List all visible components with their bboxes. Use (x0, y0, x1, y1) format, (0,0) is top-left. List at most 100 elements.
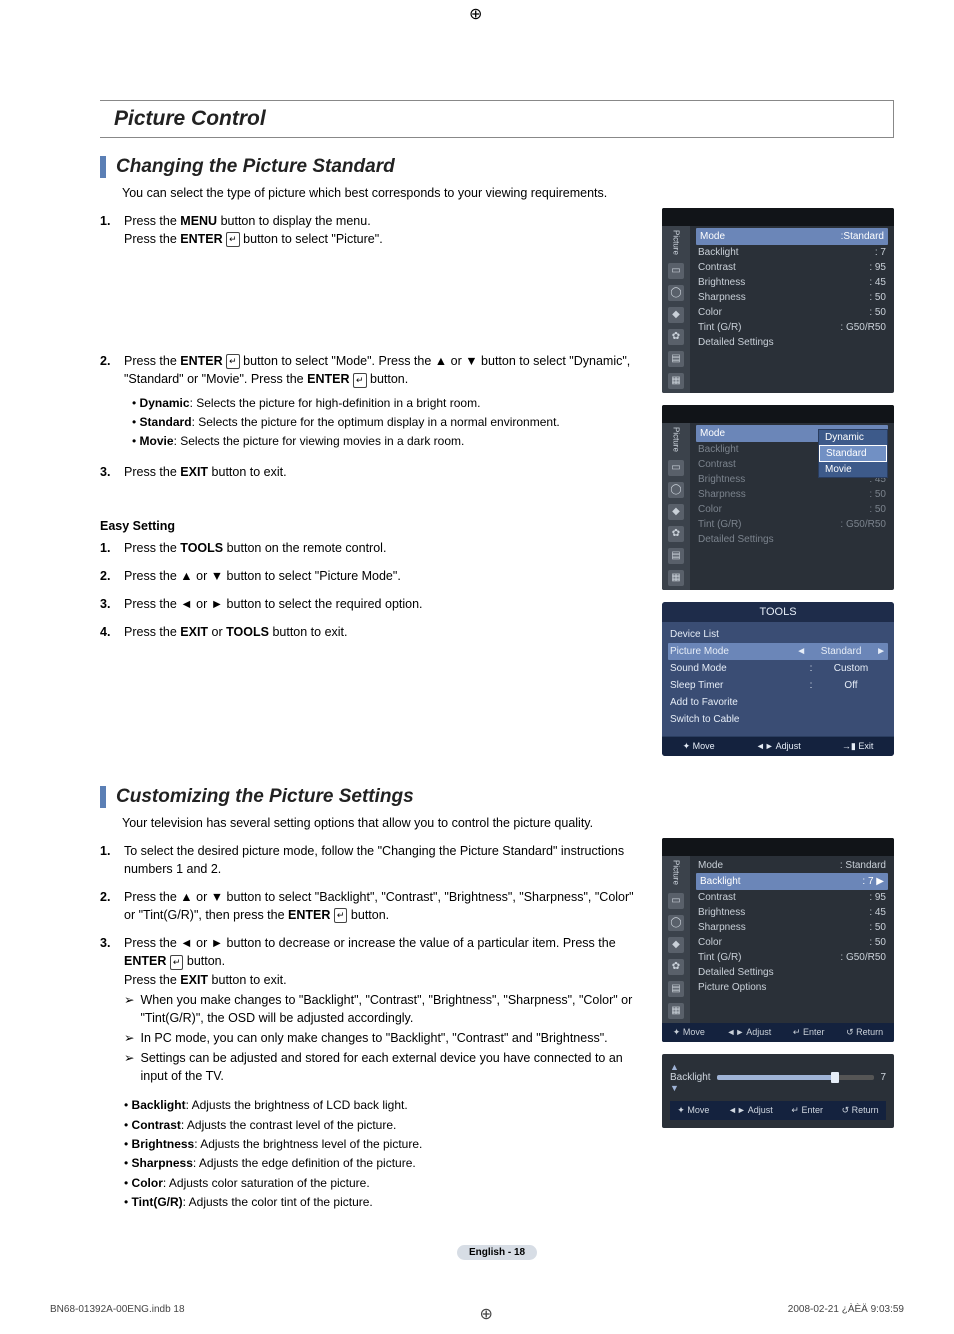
enter-icon: ↵ (170, 955, 184, 970)
mode-popup-menu[interactable]: DynamicStandardMovie (818, 429, 888, 478)
enter-label: ENTER (180, 232, 222, 246)
gear-icon: ✿ (668, 329, 684, 345)
osd-row-value: : 95 (869, 892, 886, 903)
text: Press the (124, 214, 180, 228)
easy-step-2: 2.Press the ▲ or ▼ button to select "Pic… (100, 567, 648, 585)
enter-label: ENTER (307, 372, 349, 386)
cust-step-3: 3. Press the ◄ or ► button to decrease o… (100, 934, 648, 1087)
osd-row[interactable]: Backlight: 7 ▶ (696, 873, 888, 890)
osd-picture-menu-2: Picture ▭ ◯ ◆ ✿ ▤ ▦ ModeBacklightContras… (662, 405, 894, 590)
page-footer-meta: BN68-01392A-00ENG.indb 18 ⊕ 2008-02-21 ¿… (0, 1300, 954, 1334)
tools-row[interactable]: Add to Favorite (668, 694, 888, 711)
slider-thumb[interactable] (831, 1072, 839, 1083)
flame-icon: ◆ (668, 504, 684, 520)
osd-row-value: : 50 (869, 292, 886, 303)
subtitle-customizing-picture-settings: Customizing the Picture Settings (116, 786, 414, 808)
step-number: 1. (100, 212, 124, 248)
osd-row: Tint (G/R): G50/R50 (696, 517, 888, 532)
flame-icon: ◆ (668, 307, 684, 323)
tools-title: TOOLS (662, 602, 894, 622)
subtitle-accent-bar (100, 156, 106, 178)
apps-icon: ▦ (668, 1003, 684, 1019)
osd-category-label: Picture (672, 860, 681, 885)
enter-label: ENTER (180, 354, 222, 368)
mode-movie: Movie: Selects the picture for viewing m… (132, 433, 648, 450)
text: Press the (124, 465, 180, 479)
hint-label: ↵ Enter (793, 1027, 825, 1038)
osd-row[interactable]: Mode:Standard (696, 228, 888, 245)
osd-row-value: :Standard (841, 231, 884, 242)
osd-row-key: Sharpness (698, 292, 746, 303)
hint-label: ✦ Move (673, 1027, 705, 1038)
hint-label: ↺ Return (842, 1105, 879, 1116)
hint-label: ✦ Move (677, 1105, 709, 1116)
slider-label: Backlight (670, 1072, 711, 1083)
osd-row-key: Mode (700, 428, 725, 439)
osd-row-value: : 50 (869, 922, 886, 933)
osd-row-key: Color (698, 307, 722, 318)
easy-step-3: 3.Press the ◄ or ► button to select the … (100, 595, 648, 613)
osd-row-value: : Standard (840, 860, 886, 871)
easy-step-1: 1.Press the TOOLS button on the remote c… (100, 539, 648, 557)
osd-row-value: : G50/R50 (840, 952, 886, 963)
tools-menu: TOOLS Device ListPicture Mode◄Standard►S… (662, 602, 894, 756)
gear-icon: ✿ (668, 526, 684, 542)
slider-track[interactable] (717, 1075, 875, 1080)
osd-row: Sharpness : 50 (696, 487, 888, 502)
subtitle-accent-bar (100, 786, 106, 808)
hint-label: ◄► Adjust (726, 1027, 771, 1038)
osd-row-key: Contrast (698, 459, 736, 470)
osd-row-value: : G50/R50 (840, 519, 886, 530)
osd-category-label: Picture (672, 427, 681, 452)
osd-row-value: : 95 (869, 262, 886, 273)
input-icon: ▤ (668, 351, 684, 367)
osd-footer-hints: ✦ Move◄► Adjust↵ Enter↺ Return (662, 1023, 894, 1042)
footer-file: BN68-01392A-00ENG.indb 18 (50, 1304, 185, 1324)
osd-row: Tint (G/R): G50/R50 (696, 320, 888, 335)
osd-picture-menu-1: Picture ▭ ◯ ◆ ✿ ▤ ▦ Mode:Standard Backlig… (662, 208, 894, 393)
popup-option[interactable]: Standard (819, 445, 887, 462)
osd-row-key: Backlight (698, 247, 739, 258)
text: button. (367, 372, 409, 386)
tools-row[interactable]: Picture Mode◄Standard► (668, 643, 888, 660)
osd-row-value: : 50 (869, 489, 886, 500)
monitor-icon: ▭ (668, 893, 684, 909)
osd-row-value: : 50 (869, 937, 886, 948)
osd-row: Sharpness: 50 (696, 920, 888, 935)
osd-row-value: : 7 ▶ (862, 876, 884, 887)
osd-sidebar: Picture ▭ ◯ ◆ ✿ ▤ ▦ (662, 226, 690, 393)
osd-row-key: Brightness (698, 907, 745, 918)
intro-text: Your television has several setting opti… (122, 816, 894, 830)
easy-setting-heading: Easy Setting (100, 517, 648, 535)
monitor-icon: ▭ (668, 263, 684, 279)
subtitle-changing-picture-standard: Changing the Picture Standard (116, 156, 395, 178)
cust-step-2: 2.Press the ▲ or ▼ button to select "Bac… (100, 888, 648, 924)
osd-row-key: Tint (G/R) (698, 952, 742, 963)
text: Press the (124, 232, 180, 246)
section-title: Picture Control (114, 107, 266, 131)
page-number: English - 18 (100, 1242, 894, 1260)
osd-row: Tint (G/R) : G50/R50 (696, 950, 888, 965)
menu-label: MENU (180, 214, 217, 228)
text: Press the (124, 354, 180, 368)
tools-row[interactable]: Sleep Timer:Off (668, 677, 888, 694)
osd-row-key: Sharpness (698, 489, 746, 500)
enter-icon: ↵ (353, 373, 367, 388)
mode-standard: Standard: Selects the picture for the op… (132, 414, 648, 431)
enter-icon: ↵ (226, 354, 240, 369)
osd-row: Sharpness : 50 (696, 290, 888, 305)
osd-row-key: Color (698, 504, 722, 515)
text: button to select "Picture". (240, 232, 383, 246)
popup-option[interactable]: Dynamic (819, 430, 887, 445)
tools-footer: ✦ Move◄► Adjust→▮ Exit (662, 736, 894, 756)
intro-text: You can select the type of picture which… (122, 186, 894, 200)
tools-row[interactable]: Device List (668, 626, 888, 643)
tools-row[interactable]: Sound Mode:Custom (668, 660, 888, 677)
input-icon: ▤ (668, 981, 684, 997)
osd-row: Brightness: 45 (696, 905, 888, 920)
hint-label: ◄► Adjust (756, 741, 801, 752)
popup-option[interactable]: Movie (819, 462, 887, 477)
osd-picture-menu-3: Picture ▭ ◯ ◆ ✿ ▤ ▦ Mode: StandardBackli… (662, 838, 894, 1042)
apps-icon: ▦ (668, 570, 684, 586)
tools-row[interactable]: Switch to Cable (668, 711, 888, 728)
